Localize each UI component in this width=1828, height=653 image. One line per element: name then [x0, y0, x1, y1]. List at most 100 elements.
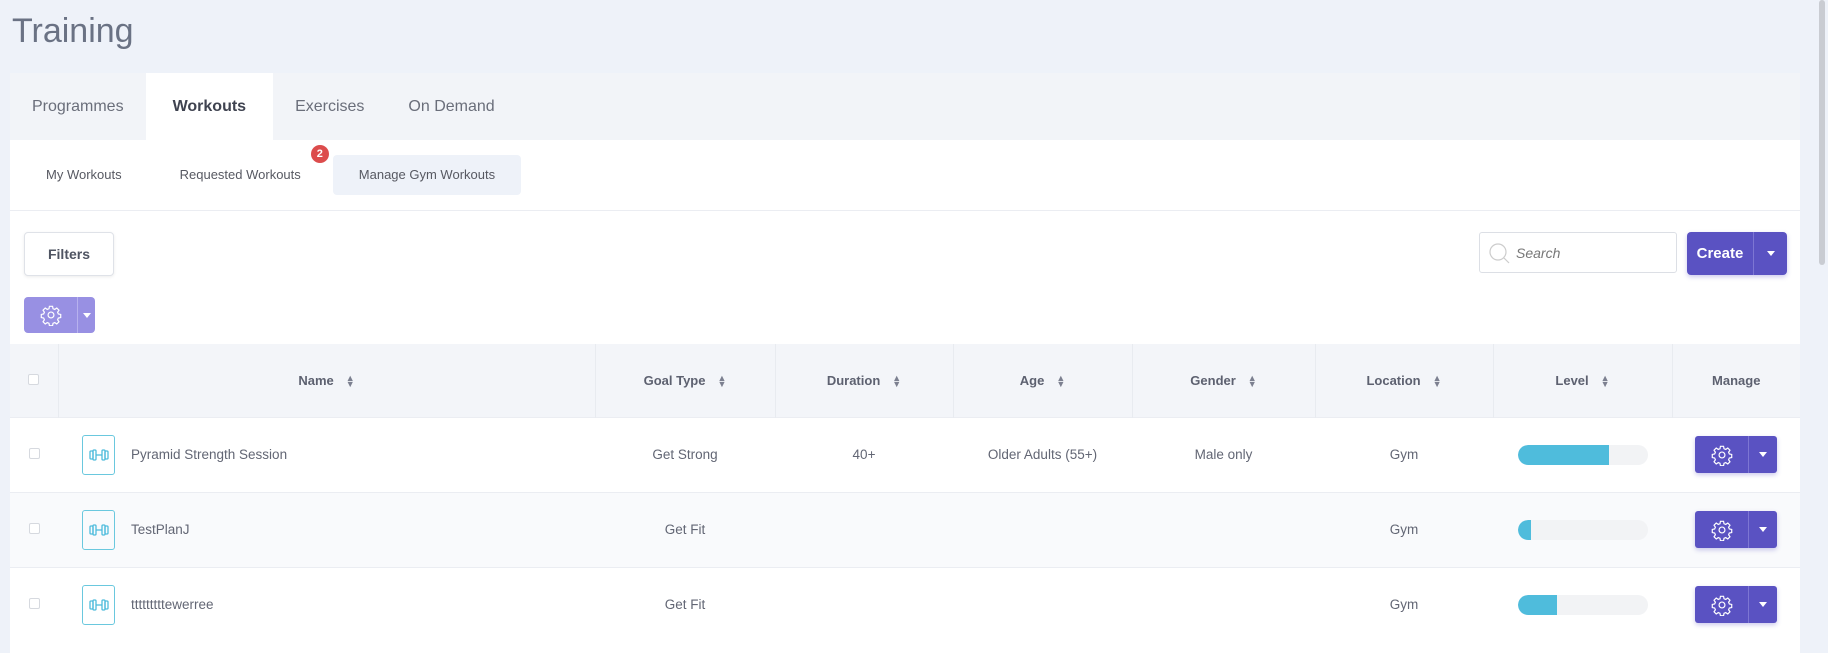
subtab-requested-workouts[interactable]: Requested Workouts 2 [154, 145, 329, 195]
manage-cell [1672, 566, 1800, 642]
search-input[interactable] [1516, 244, 1666, 261]
scrollbar[interactable] [1816, 0, 1828, 640]
create-button[interactable]: Create [1687, 232, 1787, 275]
manage-button[interactable] [1695, 511, 1777, 548]
sort-icon[interactable]: ▲ ▼ [1248, 374, 1257, 389]
table-row[interactable]: tttttttttewerree Get Fit Gym [10, 566, 1800, 642]
row-checkbox[interactable] [28, 598, 40, 610]
workouts-table: Name ▲ ▼ Goal Type ▲ ▼ Duration ▲ ▼ Age ▲ ▼ Gend… [10, 344, 1800, 642]
header-goal-type[interactable]: Goal Type ▲ ▼ [595, 344, 776, 417]
header-gender[interactable]: Gender ▲ ▼ [1132, 344, 1316, 417]
header-label: Duration [826, 372, 881, 388]
manage-cell [1672, 491, 1800, 567]
duration-cell [775, 566, 953, 642]
main-tabs: Programmes Workouts Exercises On Demand [10, 73, 1800, 140]
table-row[interactable]: TestPlanJ Get Fit Gym [10, 491, 1800, 567]
header-level[interactable]: Level ▲ ▼ [1493, 344, 1673, 417]
duration-cell [775, 491, 953, 567]
header-label: Location [1366, 372, 1421, 388]
subtab-my-workouts[interactable]: My Workouts [20, 155, 148, 195]
age-cell [953, 491, 1132, 567]
tab-programmes[interactable]: Programmes [10, 73, 146, 140]
sort-icon[interactable]: ▲ ▼ [1601, 374, 1610, 389]
tab-workouts[interactable]: Workouts [145, 73, 274, 140]
location-cell: Gym [1315, 416, 1493, 492]
header-label: Level [1555, 372, 1589, 388]
location-cell: Gym [1315, 491, 1493, 567]
tab-exercises[interactable]: Exercises [273, 73, 386, 140]
workout-name[interactable]: tttttttttewerree [131, 597, 214, 612]
subtab-label: Manage Gym Workouts [358, 167, 496, 182]
name-cell: Pyramid Strength Session [58, 416, 595, 492]
dumbbell-icon [82, 509, 115, 550]
filters-button[interactable]: Filters [24, 232, 114, 276]
header-label: Name [298, 372, 334, 388]
search-box[interactable] [1479, 232, 1677, 273]
create-label[interactable]: Create [1687, 232, 1754, 275]
header-age[interactable]: Age ▲ ▼ [953, 344, 1133, 417]
name-cell: tttttttttewerree [58, 566, 595, 642]
header-duration[interactable]: Duration ▲ ▼ [775, 344, 954, 417]
table-row[interactable]: Pyramid Strength Session Get Strong 40+ … [10, 416, 1800, 492]
row-checkbox[interactable] [28, 448, 40, 459]
caret-down-icon[interactable] [1749, 586, 1777, 623]
level-bar [1517, 594, 1648, 615]
level-cell [1493, 416, 1672, 492]
sort-icon[interactable]: ▲ ▼ [717, 374, 726, 389]
manage-cell [1672, 416, 1800, 492]
sort-icon[interactable]: ▲ ▼ [1056, 374, 1065, 389]
sort-icon[interactable]: ▲ ▼ [892, 374, 901, 389]
row-select-cell [10, 491, 58, 567]
duration-cell: 40+ [775, 416, 953, 492]
subtab-manage-gym-workouts[interactable]: Manage Gym Workouts [332, 155, 522, 195]
dumbbell-icon [82, 584, 115, 625]
level-cell [1493, 491, 1672, 567]
subtab-label: My Workouts [46, 167, 122, 182]
row-checkbox[interactable] [28, 523, 40, 534]
caret-down-icon[interactable] [1749, 436, 1777, 473]
header-label: Goal Type [643, 372, 706, 388]
header-label: Gender [1190, 372, 1236, 388]
gear-icon[interactable] [24, 297, 78, 333]
workout-name[interactable]: Pyramid Strength Session [131, 447, 287, 462]
age-cell [953, 566, 1132, 642]
gear-icon[interactable] [1695, 586, 1749, 624]
header-label: Age [1019, 372, 1045, 388]
dumbbell-icon [82, 434, 115, 475]
caret-down-icon[interactable] [1754, 232, 1787, 275]
header-name[interactable]: Name ▲ ▼ [58, 344, 596, 417]
age-cell: Older Adults (55+) [953, 416, 1132, 492]
row-select-cell [10, 566, 58, 642]
manage-button[interactable] [1695, 436, 1777, 473]
name-cell: TestPlanJ [58, 491, 595, 567]
level-bar-fill [1517, 519, 1531, 540]
sort-icon[interactable]: ▲ ▼ [346, 374, 355, 389]
goal-type-cell: Get Fit [595, 491, 775, 567]
sort-icon[interactable]: ▲ ▼ [1433, 374, 1442, 389]
bulk-actions-button[interactable] [24, 297, 95, 333]
level-bar [1517, 519, 1648, 540]
level-bar [1517, 444, 1648, 465]
level-cell [1493, 566, 1672, 642]
goal-type-cell: Get Fit [595, 566, 775, 642]
page-title: Training [12, 12, 134, 50]
tab-on-demand[interactable]: On Demand [386, 73, 516, 140]
select-all-checkbox[interactable] [28, 373, 40, 385]
notification-badge: 2 [310, 145, 329, 163]
header-label: Manage [1712, 372, 1761, 388]
scrollbar-thumb[interactable] [1819, 0, 1825, 265]
caret-down-icon[interactable] [1749, 511, 1777, 548]
location-cell: Gym [1315, 566, 1493, 642]
header-manage: Manage [1672, 344, 1800, 417]
gear-icon[interactable] [1695, 436, 1749, 473]
gear-icon[interactable] [1695, 511, 1749, 548]
main-panel: Programmes Workouts Exercises On Demand … [10, 73, 1800, 653]
header-location[interactable]: Location ▲ ▼ [1315, 344, 1494, 417]
row-select-cell [10, 416, 58, 492]
search-icon [1489, 242, 1510, 263]
caret-down-icon[interactable] [78, 297, 95, 333]
level-bar-fill [1517, 594, 1557, 615]
manage-button[interactable] [1695, 586, 1777, 624]
workout-name[interactable]: TestPlanJ [131, 522, 190, 537]
gender-cell: Male only [1132, 416, 1315, 492]
